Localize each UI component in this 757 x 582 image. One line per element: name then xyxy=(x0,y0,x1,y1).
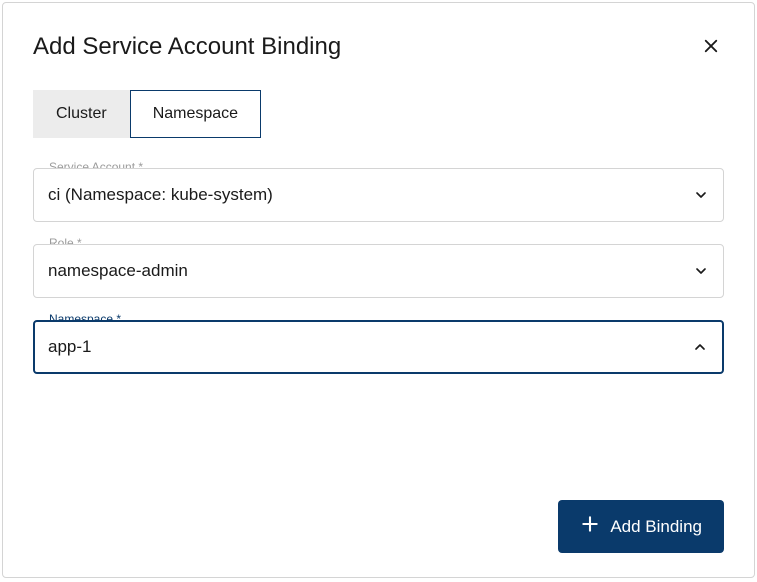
chevron-down-icon xyxy=(693,187,709,203)
role-select[interactable]: namespace-admin xyxy=(33,244,724,298)
role-value: namespace-admin xyxy=(48,261,679,281)
namespace-field-group: Namespace * app-1 xyxy=(33,320,724,374)
tab-namespace[interactable]: Namespace xyxy=(130,90,261,138)
service-account-field-group: Service Account * ci (Namespace: kube-sy… xyxy=(33,168,724,222)
dialog-title: Add Service Account Binding xyxy=(33,33,341,61)
close-button[interactable] xyxy=(698,33,724,62)
service-account-select[interactable]: ci (Namespace: kube-system) xyxy=(33,168,724,222)
service-account-value: ci (Namespace: kube-system) xyxy=(48,185,679,205)
dialog-footer: Add Binding xyxy=(33,500,724,553)
role-field-group: Role * namespace-admin xyxy=(33,244,724,298)
plus-icon xyxy=(580,514,600,539)
tab-cluster[interactable]: Cluster xyxy=(33,90,130,138)
close-icon xyxy=(702,37,720,58)
add-binding-label: Add Binding xyxy=(610,517,702,537)
scope-tabs: Cluster Namespace xyxy=(33,90,724,138)
chevron-down-icon xyxy=(693,263,709,279)
add-service-account-binding-dialog: Add Service Account Binding Cluster Name… xyxy=(2,2,755,578)
chevron-up-icon xyxy=(692,339,708,355)
dialog-header: Add Service Account Binding xyxy=(33,33,724,62)
namespace-select[interactable]: app-1 xyxy=(33,320,724,374)
namespace-value: app-1 xyxy=(48,337,679,357)
add-binding-button[interactable]: Add Binding xyxy=(558,500,724,553)
